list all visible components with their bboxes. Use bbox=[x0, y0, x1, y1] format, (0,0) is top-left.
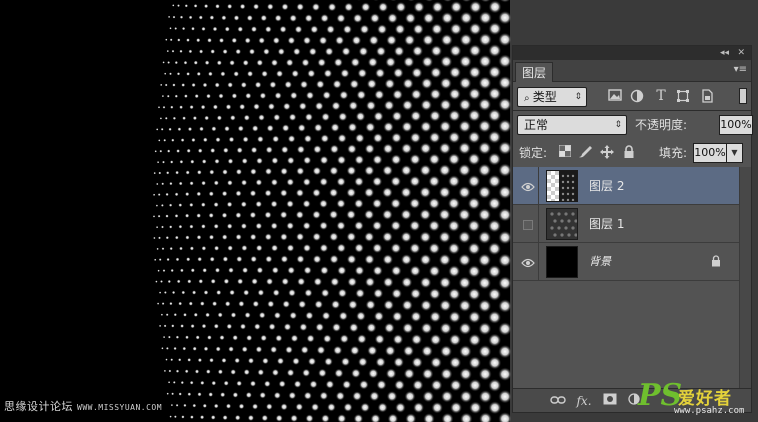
mask-icon[interactable] bbox=[601, 393, 619, 409]
layer-name[interactable]: 图层 2 bbox=[589, 167, 624, 205]
layer-thumbnail bbox=[546, 208, 578, 240]
panel-tab-row: 图层 ▾≡ bbox=[513, 60, 751, 82]
lock-pixels-brush-icon[interactable] bbox=[577, 145, 593, 161]
lock-label: 锁定: bbox=[519, 146, 548, 160]
adjustment-filter-icon[interactable] bbox=[629, 89, 645, 105]
filter-type-select[interactable]: ⌕ 类型 ⇕ bbox=[517, 87, 587, 107]
tab-layers[interactable]: 图层 bbox=[515, 62, 554, 82]
link-icon[interactable] bbox=[549, 393, 567, 409]
visibility-eye-icon[interactable] bbox=[517, 167, 539, 205]
layer-thumbnail bbox=[546, 246, 578, 278]
layer-name[interactable]: 图层 1 bbox=[589, 205, 624, 243]
layer-name[interactable]: 背景 bbox=[589, 243, 611, 281]
layers-list: 图层 2 图层 1 背景 bbox=[513, 167, 739, 281]
search-icon: ⌕ bbox=[524, 93, 533, 104]
fill-label: 填充: bbox=[659, 146, 688, 160]
panel-menu-icon[interactable]: ▾≡ bbox=[734, 64, 747, 75]
panel-title-bar[interactable]: ◂◂ ✕ bbox=[513, 46, 751, 60]
lock-position-icon[interactable] bbox=[599, 145, 615, 161]
layer-thumbnail bbox=[546, 170, 578, 202]
layers-scrollbar[interactable] bbox=[739, 167, 751, 389]
blend-row: 正常 ⇕ 不透明度: 100% bbox=[513, 111, 753, 139]
image-filter-icon[interactable] bbox=[607, 89, 623, 105]
layer-row-1[interactable]: 图层 1 bbox=[513, 205, 739, 243]
watermark-psahz: PS 爱好者 www.psahz.com bbox=[638, 378, 745, 416]
visibility-eye-icon[interactable] bbox=[517, 243, 539, 281]
smart-object-filter-icon[interactable] bbox=[699, 89, 715, 105]
lock-all-icon[interactable] bbox=[621, 145, 637, 161]
layers-panel: ◂◂ ✕ 图层 ▾≡ ⌕ 类型 ⇕ T 正常 ⇕ 不透明度: 100% 锁定: … bbox=[512, 45, 753, 413]
lock-transparent-icon[interactable] bbox=[557, 145, 573, 161]
lock-row: 锁定: 填充: 100% ▼ bbox=[513, 139, 751, 167]
type-filter-icon[interactable]: T bbox=[653, 88, 669, 104]
fx-icon[interactable]: fx. bbox=[575, 393, 593, 409]
blend-mode-select[interactable]: 正常 ⇕ bbox=[517, 115, 627, 135]
fill-input[interactable]: 100% bbox=[693, 143, 727, 163]
filter-toggle-icon[interactable] bbox=[739, 88, 747, 104]
opacity-label: 不透明度: bbox=[635, 118, 688, 132]
layer-lock-icon bbox=[711, 255, 721, 267]
filter-row: ⌕ 类型 ⇕ T bbox=[513, 82, 751, 110]
opacity-input[interactable]: 100% bbox=[719, 115, 753, 135]
layer-row-background[interactable]: 背景 bbox=[513, 243, 739, 281]
collapse-icon[interactable]: ◂◂ bbox=[720, 46, 729, 60]
close-panel-icon[interactable]: ✕ bbox=[737, 46, 745, 60]
fill-dropdown-icon[interactable]: ▼ bbox=[727, 143, 743, 163]
watermark-missyuan: 思缘设计论坛 WWW.MISSYUAN.COM bbox=[4, 400, 163, 413]
shape-filter-icon[interactable] bbox=[675, 89, 691, 105]
layer-row-2[interactable]: 图层 2 bbox=[513, 167, 739, 205]
visibility-off-box[interactable] bbox=[517, 205, 539, 243]
